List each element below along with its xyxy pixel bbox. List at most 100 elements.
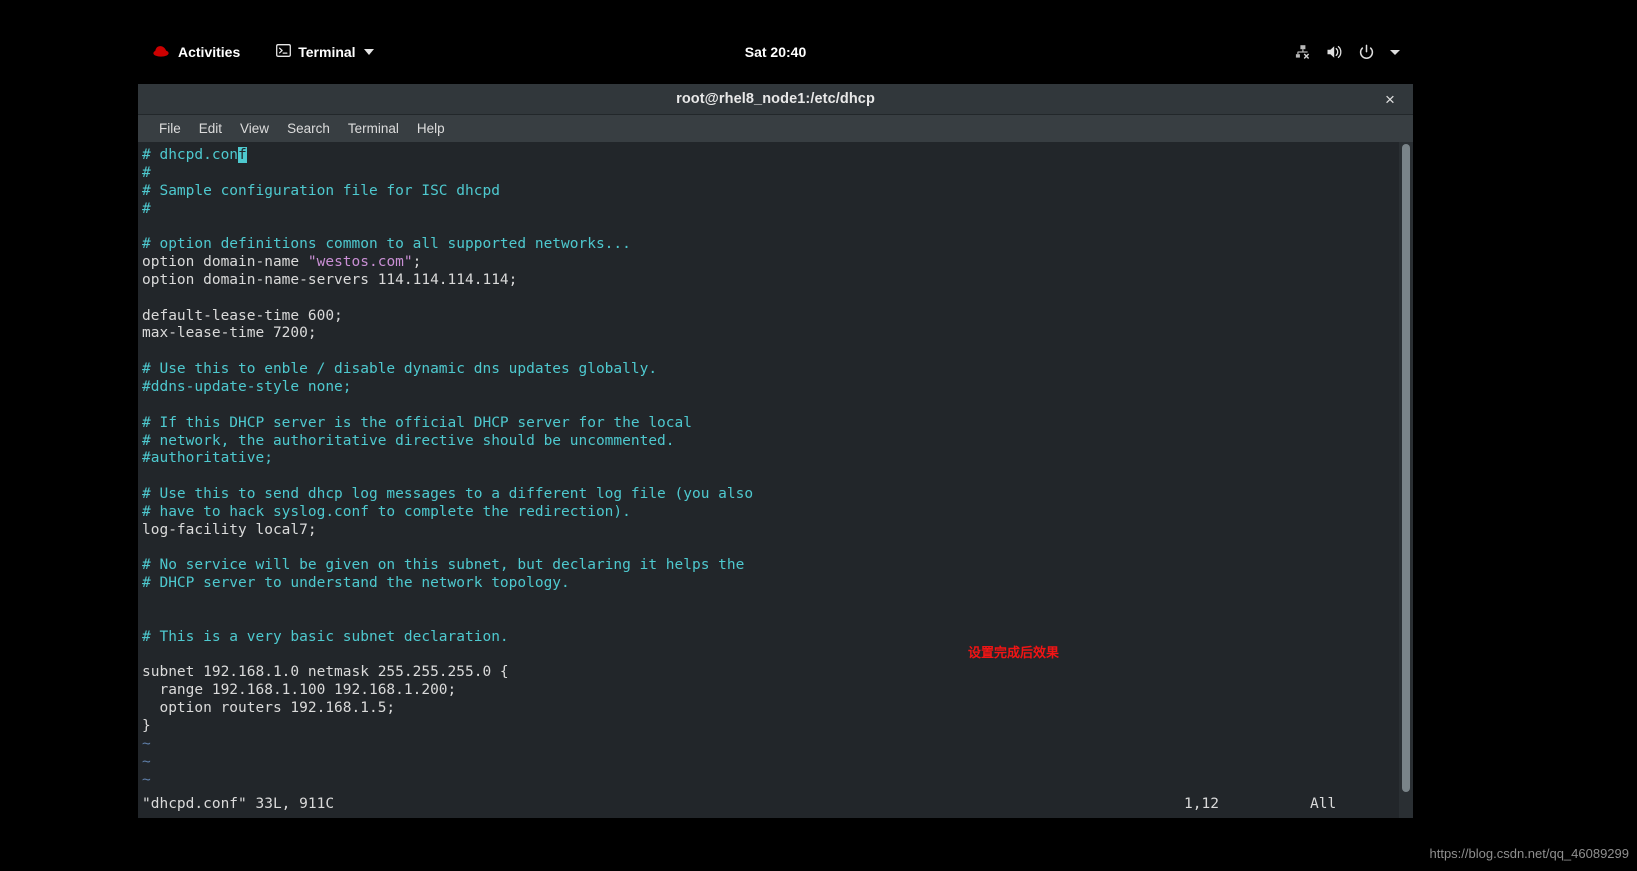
menu-bar: File Edit View Search Terminal Help [138,115,1413,142]
editor-line: # Use this to enble / disable dynamic dn… [140,361,1399,379]
vim-editor-buffer[interactable]: # dhcpd.conf # # Sample configuration file… [138,142,1399,818]
vim-cursor-position: 1,12 [1184,796,1219,812]
editor-line: # network, the authoritative directive s… [140,433,1399,451]
editor-line: # This is a very basic subnet declaratio… [140,629,1399,647]
redhat-logo-icon [152,44,170,61]
editor-line: #ddns-update-style none; [140,379,1399,397]
menu-terminal[interactable]: Terminal [339,118,408,139]
terminal-icon [276,43,292,61]
editor-line: subnet 192.168.1.0 netmask 255.255.255.0… [140,664,1399,682]
editor-line: # No service will be given on this subne… [140,557,1399,575]
editor-line: #authoritative; [140,450,1399,468]
editor-text: log-facility local7; [142,521,317,538]
editor-line: # dhcpd.conf [140,147,1399,165]
editor-text: range 192.168.1.100 192.168.1.200; [142,682,457,699]
network-disconnected-icon[interactable] [1295,44,1312,60]
volume-icon[interactable] [1326,44,1344,60]
menu-help[interactable]: Help [408,118,454,139]
activities-label: Activities [178,44,241,60]
editor-text: # DHCP server to understand the network … [142,575,570,592]
editor-text: # If this DHCP server is the official DH… [142,414,692,431]
gnome-top-bar: Activities Terminal Sat 20:40 [138,37,1413,67]
editor-text: # dhcpd.con [142,147,239,163]
activities-button[interactable]: Activities [148,42,244,63]
editor-line: } [140,718,1399,736]
editor-text: ; [412,254,422,271]
editor-text: # This is a very basic subnet declaratio… [142,628,509,645]
editor-text: # [142,200,151,217]
watermark-url: https://blog.csdn.net/qq_46089299 [1429,846,1630,861]
editor-text: # network, the authoritative directive s… [142,432,675,449]
close-icon[interactable]: × [1377,84,1403,114]
editor-text: default-lease-time 600; [142,307,343,324]
editor-line: default-lease-time 600; [140,308,1399,326]
editor-line: log-facility local7; [140,522,1399,540]
terminal-scrollbar[interactable] [1399,142,1413,818]
editor-line: # Use this to send dhcp log messages to … [140,486,1399,504]
menu-search[interactable]: Search [278,118,339,139]
editor-line: option domain-name "westos.com"; [140,254,1399,272]
editor-line: range 192.168.1.100 192.168.1.200; [140,682,1399,700]
editor-text: #authoritative; [142,450,273,467]
vim-file-info: "dhcpd.conf" 33L, 911C [142,796,335,812]
editor-text: ~ [142,771,151,788]
editor-text: # Use this to send dhcp log messages to … [142,486,754,503]
vim-scroll-state: All [1310,796,1337,812]
window-title: root@rhel8_node1:/etc/dhcp [676,91,875,107]
editor-text: max-lease-time 7200; [142,325,317,342]
scrollbar-thumb[interactable] [1402,144,1410,792]
editor-line: # have to hack syslog.conf to complete t… [140,504,1399,522]
editor-line: # option definitions common to all suppo… [140,236,1399,254]
app-menu-button[interactable]: Terminal [276,43,374,61]
menu-view[interactable]: View [231,118,278,139]
editor-text: "westos.com" [307,254,413,271]
editor-text: subnet 192.168.1.0 netmask 255.255.255.0… [142,664,509,681]
editor-text: ~ [142,735,151,752]
menu-edit[interactable]: Edit [190,118,231,139]
power-icon[interactable] [1358,44,1375,61]
editor-line: ~ [140,772,1399,790]
editor-line: ~ [140,754,1399,772]
editor-line: ~ [140,736,1399,754]
vim-status-line: "dhcpd.conf" 33L, 911C 1,12 All [138,796,1399,815]
chevron-down-icon[interactable] [1389,48,1401,57]
editor-text: # have to hack syslog.conf to complete t… [142,503,631,520]
desktop-screen: Activities Terminal Sat 20:40 root@rhel8… [0,0,1637,871]
editor-text: # [142,164,151,181]
editor-text: option domain-name-servers 114.114.114.1… [142,271,518,288]
editor-text: option domain-name [142,254,308,271]
top-bar-left-group: Activities Terminal [138,42,374,63]
editor-text: # Sample configuration file for ISC dhcp… [142,182,500,199]
window-titlebar[interactable]: root@rhel8_node1:/etc/dhcp × [138,84,1413,115]
editor-text: # No service will be given on this subne… [142,557,745,574]
editor-text: ~ [142,753,151,770]
terminal-viewport[interactable]: # dhcpd.conf # # Sample configuration file… [138,142,1413,818]
terminal-window: root@rhel8_node1:/etc/dhcp × File Edit V… [138,84,1413,818]
editor-text: # option definitions common to all suppo… [142,236,631,253]
editor-text: # Use this to enble / disable dynamic dn… [142,361,658,378]
editor-text: option routers 192.168.1.5; [142,700,396,717]
editor-line: # [140,165,1399,183]
system-tray[interactable] [1295,44,1401,61]
editor-line: # [140,201,1399,219]
menu-file[interactable]: File [150,118,190,139]
editor-line: max-lease-time 7200; [140,325,1399,343]
editor-line: # DHCP server to understand the network … [140,575,1399,593]
editor-line: # Sample configuration file for ISC dhcp… [140,183,1399,201]
editor-text: } [142,718,151,734]
editor-text: #ddns-update-style none; [142,378,352,395]
app-menu-label: Terminal [298,44,356,60]
editor-line: option domain-name-servers 114.114.114.1… [140,272,1399,290]
red-annotation-overlay: 设置完成后效果 [968,646,1060,661]
editor-line: option routers 192.168.1.5; [140,700,1399,718]
editor-line: # If this DHCP server is the official DH… [140,415,1399,433]
